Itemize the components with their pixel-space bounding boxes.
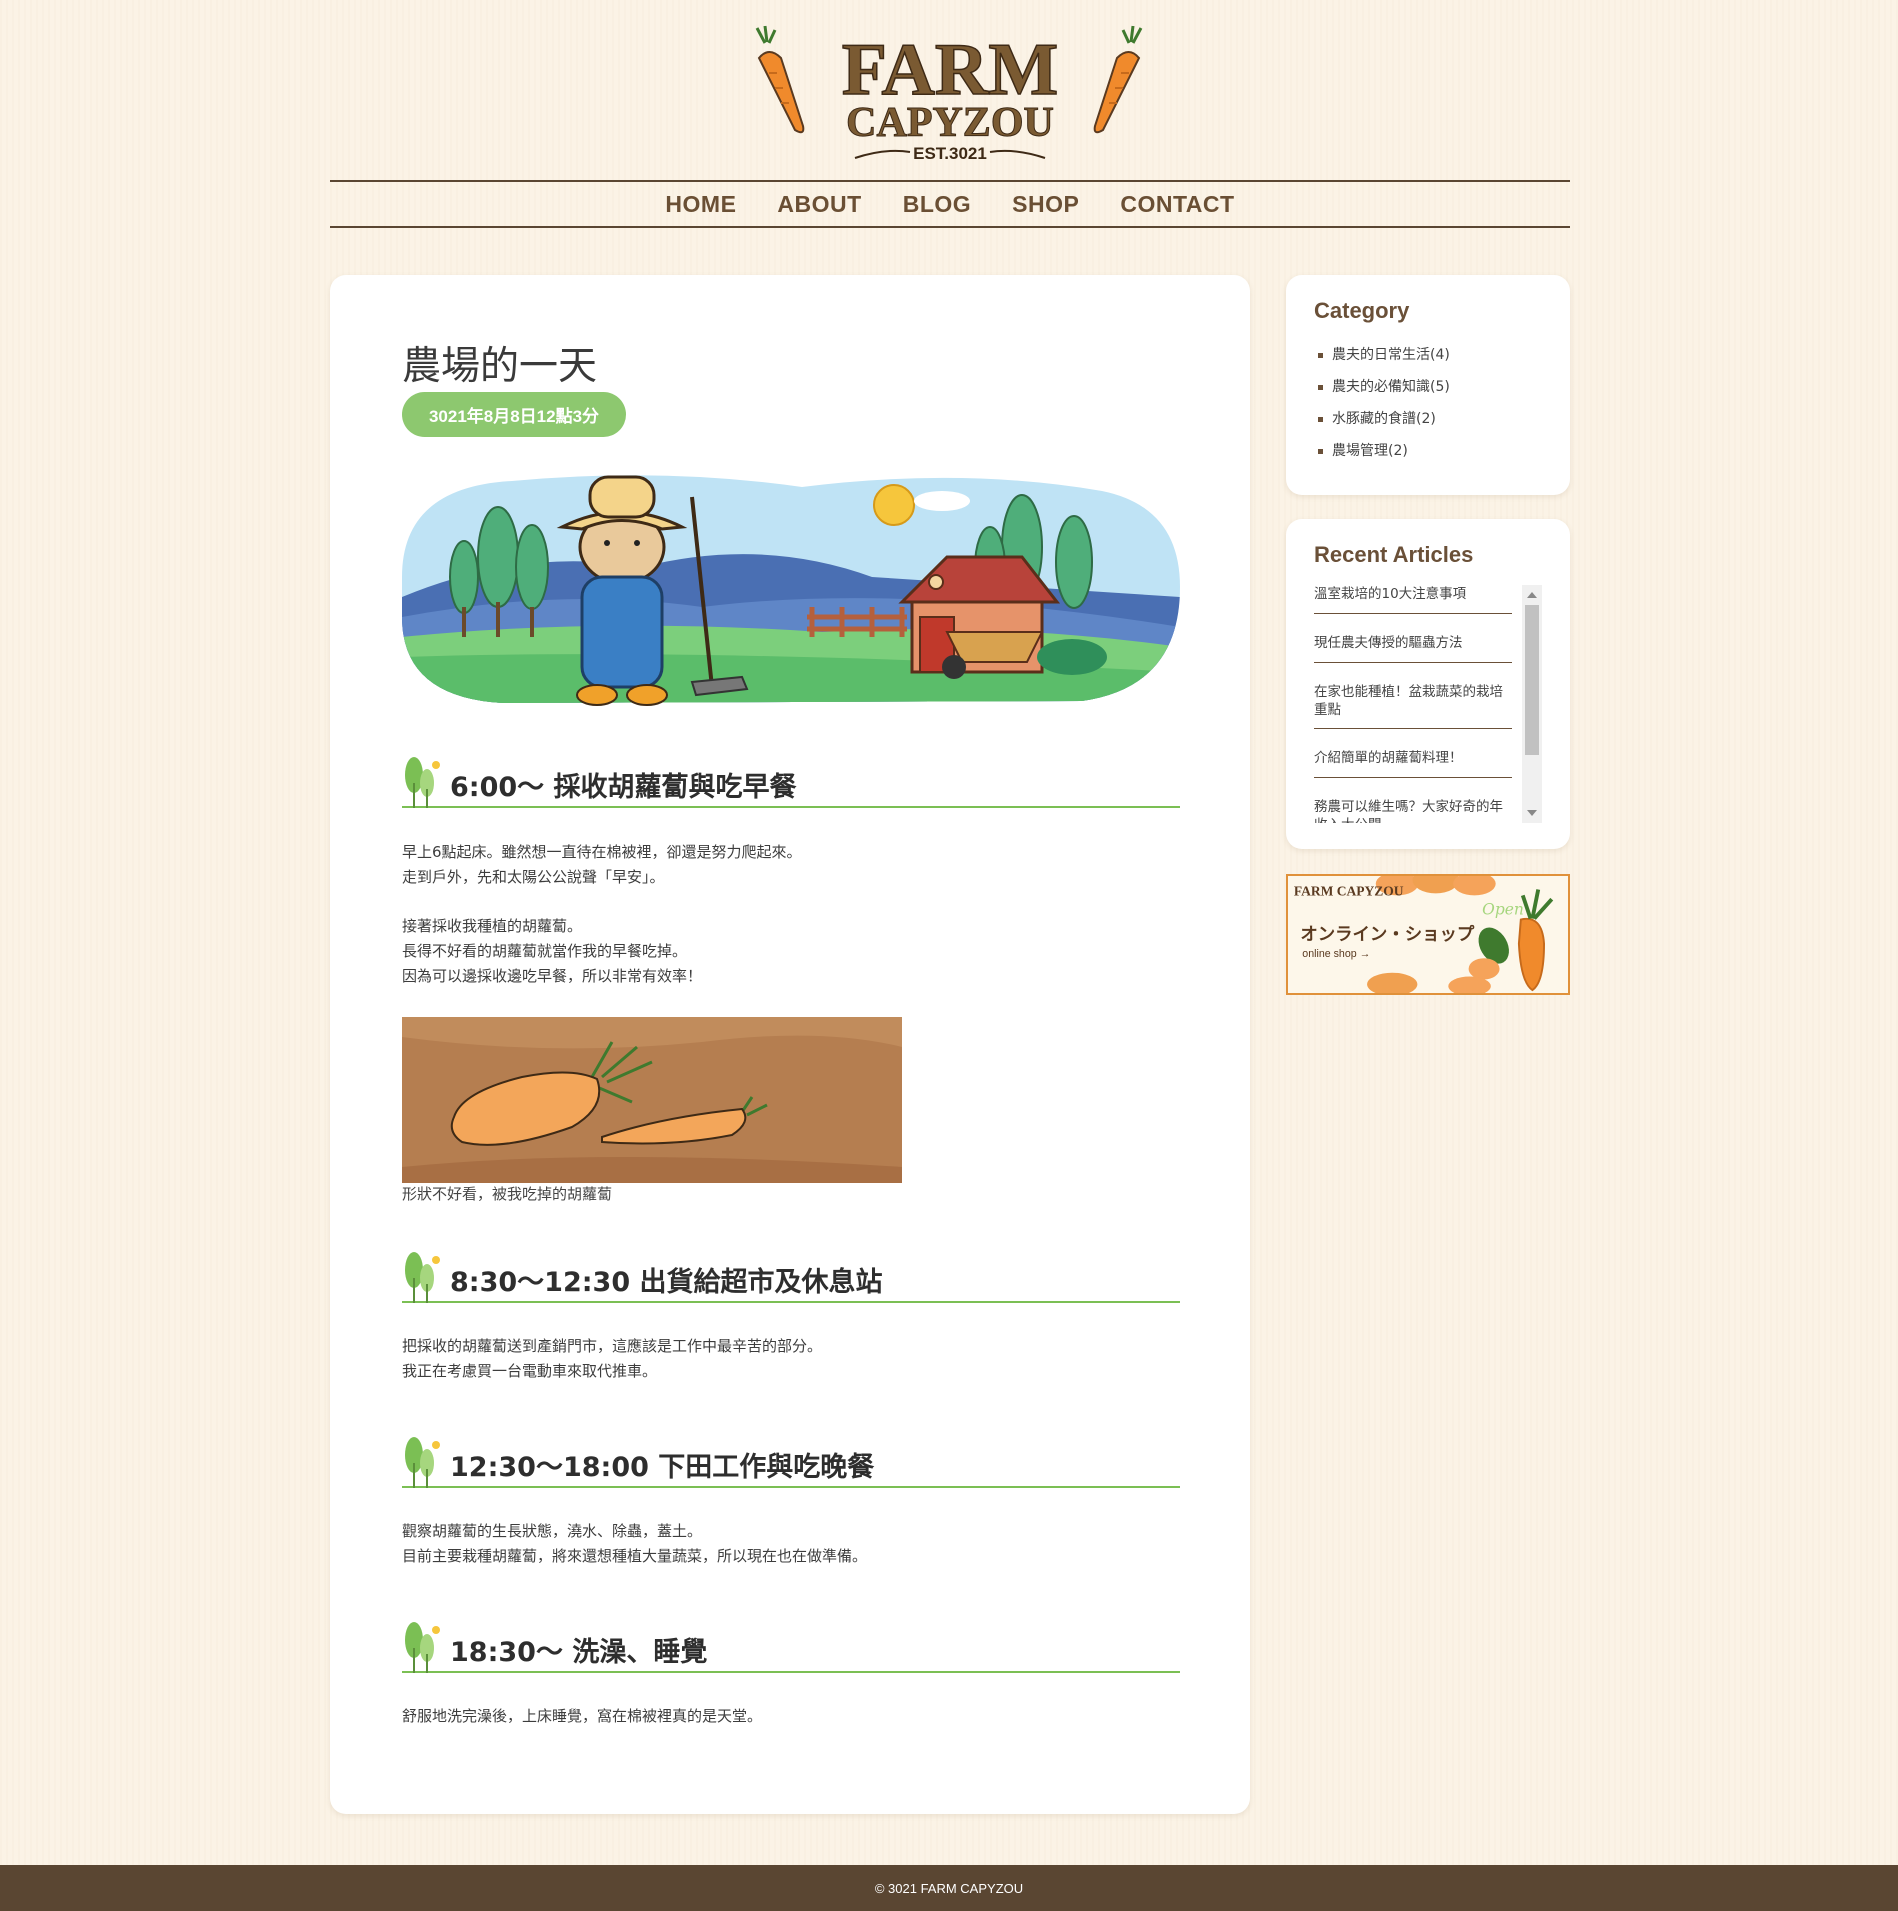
section-heading: 18:30～ 洗澡、睡覺 <box>402 1618 1180 1673</box>
tree-icon <box>405 1622 440 1673</box>
paragraph: 舒服地洗完澡後，上床睡覺，窩在棉被裡真的是天堂。 <box>402 1704 762 1729</box>
category-widget: Category 農夫的日常生活(4) 農夫的必備知識(5) 水豚藏的食譜(2)… <box>1286 275 1570 495</box>
recent-article-link[interactable]: 介紹簡單的胡蘿蔔料理！ <box>1314 729 1512 778</box>
category-list: 農夫的日常生活(4) 農夫的必備知識(5) 水豚藏的食譜(2) 農場管理(2) <box>1314 339 1450 467</box>
recent-articles-scroll[interactable]: 溫室栽培的10大注意事項 現任農夫傳授的驅蟲方法 在家也能種植！盆栽蔬菜的栽培重… <box>1314 585 1542 823</box>
shop-banner-art: FARM CAPYZOU Open オンライン・ショップ online shop… <box>1290 876 1566 993</box>
paragraph: 早上6點起床。雖然想一直待在棉被裡，卻還是努力爬起來。 走到戶外，先和太陽公公說… <box>402 840 802 890</box>
svg-text:Open: Open <box>1482 901 1524 919</box>
paragraph: 接著採收我種植的胡蘿蔔。 長得不好看的胡蘿蔔就當作我的早餐吃掉。 因為可以邊採收… <box>402 914 702 989</box>
paragraph-line: 目前主要栽種胡蘿蔔，將來還想種植大量蔬菜，所以現在也在做準備。 <box>402 1547 868 1565</box>
svg-text:オンライン・ショップ: オンライン・ショップ <box>1300 924 1475 945</box>
tree-icon <box>405 1252 440 1303</box>
paragraph: 把採收的胡蘿蔔送到產銷門市，這應該是工作中最辛苦的部分。 我正在考慮買一台電動車… <box>402 1334 822 1384</box>
paragraph-line: 舒服地洗完澡後，上床睡覺，窩在棉被裡真的是天堂。 <box>402 1707 763 1725</box>
nav-blog[interactable]: BLOG <box>903 191 971 218</box>
site-header: FARM CAPYZOU EST.3021 HOME ABOUT BLOG SH… <box>0 0 1898 230</box>
svg-text:FARM: FARM <box>842 29 1058 111</box>
recent-articles-title: Recent Articles <box>1314 542 1474 567</box>
paragraph-line: 接著採收我種植的胡蘿蔔。 <box>402 917 583 935</box>
svg-text:EST.3021: EST.3021 <box>913 144 987 163</box>
section-heading-text: 18:30～ 洗澡、睡覺 <box>450 1637 708 1668</box>
recent-article-link[interactable]: 在家也能種植！盆栽蔬菜的栽培重點 <box>1314 663 1512 729</box>
article-date-badge: 3021年8月8日12點3分 <box>402 392 626 437</box>
carrot-icon <box>1093 25 1143 134</box>
recent-article-link[interactable]: 溫室栽培的10大注意事項 <box>1314 585 1512 614</box>
section-heading-text: 12:30～18:00 下田工作與吃晚餐 <box>450 1452 875 1483</box>
scrollbar[interactable] <box>1522 585 1542 823</box>
category-item[interactable]: 農場管理(2) <box>1314 435 1450 467</box>
paragraph-line: 我正在考慮買一台電動車來取代推車。 <box>402 1362 658 1380</box>
carrot-photo <box>402 1017 902 1183</box>
paragraph-line: 把採收的胡蘿蔔送到產銷門市，這應該是工作中最辛苦的部分。 <box>402 1337 823 1355</box>
tree-icon <box>405 757 440 808</box>
category-item[interactable]: 水豚藏的食譜(2) <box>1314 403 1450 435</box>
svg-text:CAPYZOU: CAPYZOU <box>846 100 1054 146</box>
paragraph-line: 走到戶外，先和太陽公公說聲「早安」。 <box>402 868 665 886</box>
main-nav: HOME ABOUT BLOG SHOP CONTACT <box>330 180 1570 228</box>
tree-icon <box>405 1437 440 1488</box>
recent-article-link[interactable]: 務農可以維生嗎？大家好奇的年收入大公開 <box>1314 778 1512 823</box>
scroll-thumb[interactable] <box>1525 605 1539 755</box>
site-footer: © 3021 FARM CAPYZOU <box>0 1865 1898 1911</box>
copyright-text: © 3021 FARM CAPYZOU <box>874 1880 1024 1896</box>
scroll-up-icon[interactable] <box>1527 592 1537 598</box>
scroll-down-icon[interactable] <box>1527 810 1537 816</box>
nav-contact[interactable]: CONTACT <box>1120 191 1234 218</box>
section-heading: 6:00～ 採收胡蘿蔔與吃早餐 <box>402 753 1180 808</box>
category-item[interactable]: 農夫的必備知識(5) <box>1314 371 1450 403</box>
paragraph-line: 早上6點起床。雖然想一直待在棉被裡，卻還是努力爬起來。 <box>402 843 802 861</box>
online-shop-banner[interactable]: FARM CAPYZOU Open オンライン・ショップ online shop… <box>1286 874 1570 995</box>
article-title: 農場的一天 <box>402 344 598 389</box>
paragraph-line: 長得不好看的胡蘿蔔就當作我的早餐吃掉。 <box>402 942 688 960</box>
svg-text:online shop →: online shop → <box>1302 948 1370 960</box>
recent-articles-widget: Recent Articles 溫室栽培的10大注意事項 現任農夫傳授的驅蟲方法… <box>1286 519 1570 849</box>
section-heading-text: 8:30～12:30 出貨給超市及休息站 <box>450 1267 883 1298</box>
nav-about[interactable]: ABOUT <box>777 191 861 218</box>
carrot-icon <box>755 25 805 134</box>
section-heading: 12:30～18:00 下田工作與吃晚餐 <box>402 1433 1180 1488</box>
recent-article-link[interactable]: 現任農夫傳授的驅蟲方法 <box>1314 614 1512 663</box>
paragraph: 觀察胡蘿蔔的生長狀態，澆水、除蟲，蓋土。 目前主要栽種胡蘿蔔，將來還想種植大量蔬… <box>402 1519 867 1569</box>
category-item[interactable]: 農夫的日常生活(4) <box>1314 339 1450 371</box>
section-heading-text: 6:00～ 採收胡蘿蔔與吃早餐 <box>450 772 797 803</box>
category-title: Category <box>1314 298 1410 323</box>
nav-shop[interactable]: SHOP <box>1012 191 1079 218</box>
nav-home[interactable]: HOME <box>665 191 736 218</box>
farm-capyzou-logo[interactable]: FARM CAPYZOU EST.3021 <box>745 18 1155 170</box>
article-card: 農場的一天 3021年8月8日12點3分 6:00～ 採收胡蘿蔔與吃早餐 早上6… <box>330 275 1250 1814</box>
section-heading: 8:30～12:30 出貨給超市及休息站 <box>402 1248 1180 1303</box>
paragraph-line: 因為可以邊採收邊吃早餐，所以非常有效率！ <box>402 967 703 985</box>
svg-text:FARM CAPYZOU: FARM CAPYZOU <box>1294 883 1404 898</box>
farm-hero-illustration <box>402 475 1180 706</box>
image-caption: 形狀不好看，被我吃掉的胡蘿蔔 <box>402 1185 613 1203</box>
paragraph-line: 觀察胡蘿蔔的生長狀態，澆水、除蟲，蓋土。 <box>402 1522 703 1540</box>
